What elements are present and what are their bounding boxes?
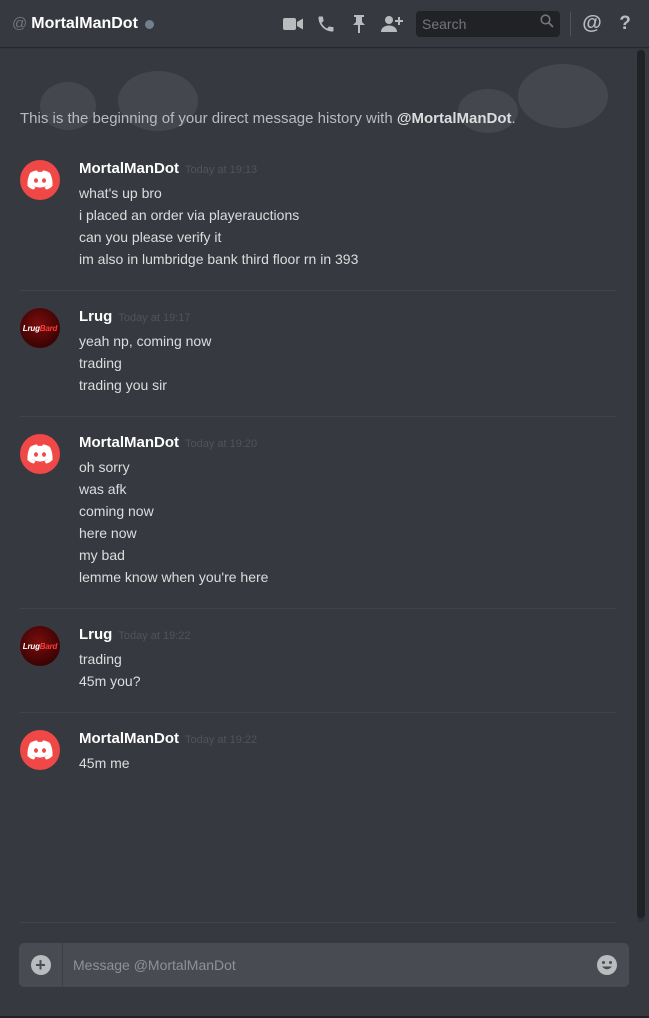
- message-timestamp: Today at 19:22: [185, 734, 258, 746]
- message-header: MortalManDot Today at 19:13: [79, 160, 257, 180]
- group-divider: [20, 290, 616, 291]
- message-header: Lrug Today at 19:17: [79, 308, 191, 328]
- message-text: here now: [79, 525, 137, 541]
- help-icon[interactable]: ?: [613, 12, 637, 36]
- message-input[interactable]: [63, 957, 585, 973]
- message-text: oh sorry: [79, 459, 130, 475]
- group-divider: [20, 416, 616, 417]
- lrug-logo-icon: LrugBard: [22, 641, 58, 651]
- at-icon: @: [12, 15, 28, 32]
- message-text: was afk: [79, 481, 127, 497]
- message-timestamp: Today at 19:13: [185, 164, 258, 176]
- upload-button[interactable]: +: [19, 943, 63, 987]
- message-lines: trading 45m you?: [79, 648, 140, 692]
- avatar[interactable]: LrugBard: [20, 308, 60, 348]
- message-text: trading you sir: [79, 377, 167, 393]
- author-name[interactable]: MortalManDot: [79, 730, 179, 747]
- search-input[interactable]: [422, 15, 540, 32]
- scrollbar-thumb[interactable]: [637, 50, 645, 918]
- message-text: 45m you?: [79, 673, 141, 689]
- scrollbar-track[interactable]: [637, 50, 645, 922]
- pin-icon[interactable]: [347, 12, 371, 36]
- emoji-button[interactable]: [585, 943, 629, 987]
- message-text: what's up bro: [79, 185, 162, 201]
- message-text: i placed an order via playerauctions: [79, 207, 300, 223]
- message-text: lemme know when you're here: [79, 569, 269, 585]
- discord-logo-icon: [27, 170, 53, 190]
- message-text: my bad: [79, 547, 125, 563]
- discord-logo-icon: [27, 444, 53, 464]
- message-timestamp: Today at 19:17: [118, 312, 191, 324]
- composer-divider: [20, 922, 616, 923]
- message-header: MortalManDot Today at 19:20: [79, 434, 257, 454]
- dm-intro-text: This is the beginning of your direct mes…: [20, 110, 516, 127]
- message-header: Lrug Today at 19:22: [79, 626, 191, 646]
- video-call-icon[interactable]: [281, 12, 305, 36]
- avatar[interactable]: LrugBard: [20, 626, 60, 666]
- message-text: coming now: [79, 503, 154, 519]
- message-composer[interactable]: +: [19, 943, 629, 987]
- emoji-icon: [597, 955, 617, 975]
- message-lines: 45m me: [79, 752, 130, 774]
- search-box[interactable]: [416, 10, 560, 37]
- group-divider: [20, 712, 616, 713]
- message-timestamp: Today at 19:22: [118, 630, 191, 642]
- message-text: trading: [79, 651, 122, 667]
- mentions-icon[interactable]: @: [580, 12, 604, 36]
- author-name[interactable]: MortalManDot: [79, 434, 179, 451]
- status-offline-icon: [144, 19, 154, 29]
- message-text: 45m me: [79, 755, 130, 771]
- dm-window: @ MortalManDot @ ?: [0, 0, 649, 1018]
- message-lines: oh sorry was afk coming now here now my bad l…: [79, 456, 268, 588]
- message-list[interactable]: This is the beginning of your direct mes…: [0, 48, 636, 922]
- message-lines: what's up bro i placed an order via playe…: [79, 182, 358, 270]
- message-text: im also in lumbridge bank third floor rn…: [79, 251, 359, 267]
- avatar[interactable]: [20, 730, 60, 770]
- intro-recipient: @MortalManDot: [396, 110, 512, 127]
- voice-call-icon[interactable]: [314, 12, 338, 36]
- search-icon[interactable]: [540, 14, 554, 33]
- message-header: MortalManDot Today at 19:22: [79, 730, 257, 750]
- message-text: can you please verify it: [79, 229, 222, 245]
- author-name[interactable]: Lrug: [79, 626, 112, 643]
- author-name[interactable]: Lrug: [79, 308, 112, 325]
- avatar[interactable]: [20, 160, 60, 200]
- header-divider: [570, 11, 571, 36]
- channel-header: @ MortalManDot @ ?: [0, 0, 649, 47]
- dm-recipient-name[interactable]: MortalManDot: [31, 15, 138, 33]
- message-lines: yeah np, coming now trading trading you si…: [79, 330, 211, 396]
- message-timestamp: Today at 19:20: [185, 438, 258, 450]
- avatar[interactable]: [20, 434, 60, 474]
- lrug-logo-icon: LrugBard: [22, 323, 58, 333]
- group-divider: [20, 608, 616, 609]
- message-text: yeah np, coming now: [79, 333, 212, 349]
- discord-logo-icon: [27, 740, 53, 760]
- author-name[interactable]: MortalManDot: [79, 160, 179, 177]
- add-friend-icon[interactable]: [380, 12, 404, 36]
- message-text: trading: [79, 355, 122, 371]
- add-attachment-icon: +: [30, 955, 51, 975]
